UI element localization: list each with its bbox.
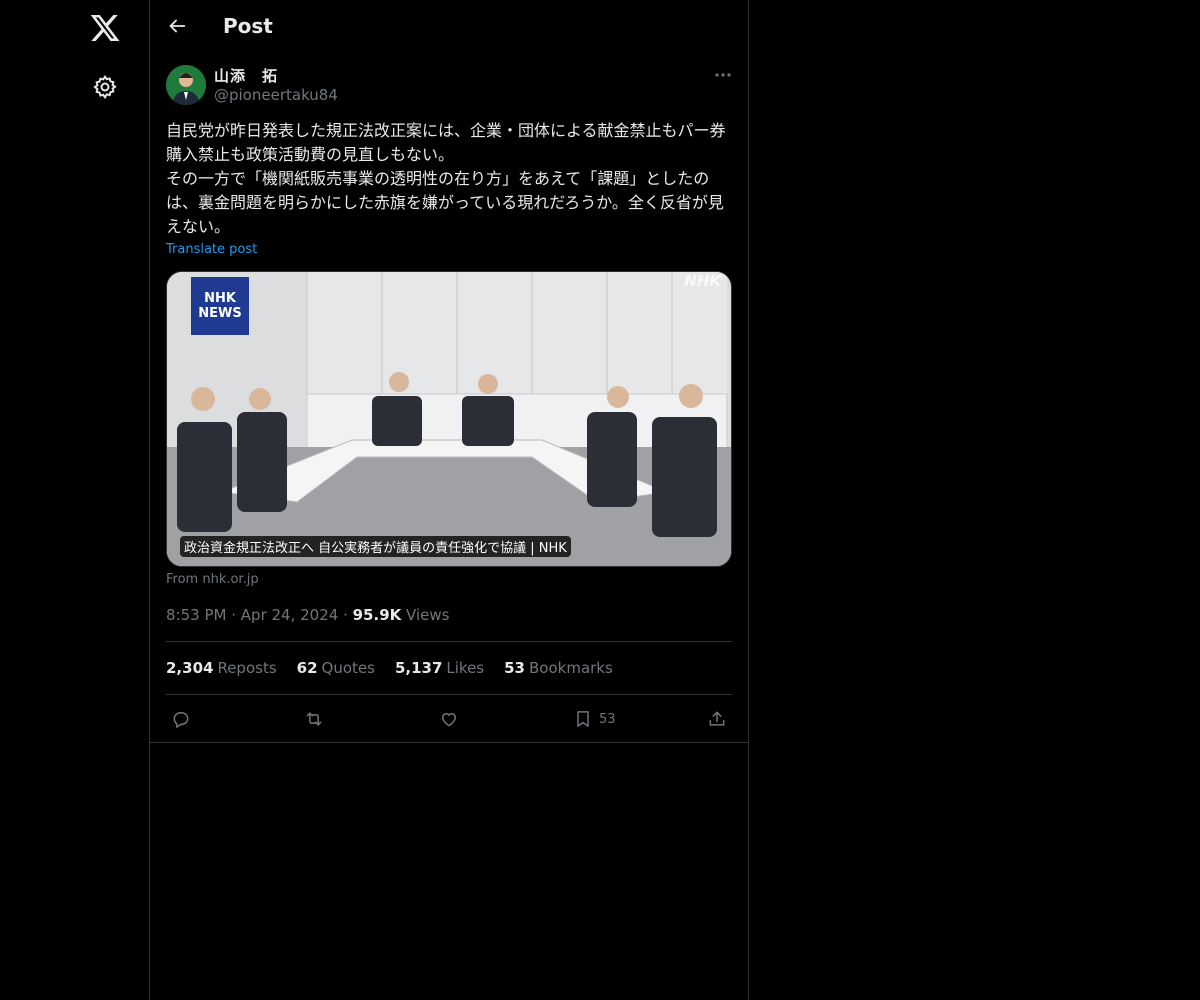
more-options-icon[interactable]	[712, 65, 734, 85]
views-label: Views	[406, 606, 450, 624]
repost-button[interactable]	[304, 706, 324, 732]
reply-button[interactable]	[171, 706, 191, 732]
engagement-stats: 2,304 Reposts 62 Quotes 5,137 Likes 53 Bookm…	[166, 659, 613, 677]
divider	[166, 641, 732, 642]
share-icon	[709, 711, 725, 726]
post-column: Post 山添 拓 @pioneertaku84 自民党が昨日発表した規正法改正…	[149, 0, 749, 1000]
bookmark-button[interactable]: 53	[573, 706, 616, 732]
meeting-room-image	[167, 272, 731, 566]
avatar[interactable]	[166, 65, 206, 105]
post-text: 自民党が昨日発表した規正法改正案には、企業・団体による献金禁止もパー券購入禁止も…	[166, 121, 726, 236]
translate-post-link[interactable]: Translate post	[166, 242, 257, 257]
author-name[interactable]: 山添 拓	[214, 65, 278, 86]
heart-icon	[441, 713, 457, 727]
bookmark-count: 53	[599, 711, 616, 727]
divider	[150, 742, 748, 743]
x-logo-icon[interactable]	[89, 12, 121, 44]
left-sidebar	[0, 0, 150, 1000]
post-time[interactable]: 8:53 PM	[166, 606, 226, 624]
bookmarks-stat[interactable]: 53 Bookmarks	[504, 659, 613, 677]
header: Post	[150, 0, 748, 54]
reply-icon	[173, 712, 189, 729]
link-source[interactable]: From nhk.or.jp	[166, 572, 259, 587]
views-count: 95.9K	[352, 606, 402, 624]
likes-stat[interactable]: 5,137 Likes	[395, 659, 484, 677]
share-button[interactable]	[707, 706, 727, 732]
divider	[166, 694, 732, 695]
repost-icon	[306, 712, 322, 726]
author-handle[interactable]: @pioneertaku84	[214, 86, 338, 104]
action-bar: 53	[166, 706, 732, 732]
quotes-stat[interactable]: 62 Quotes	[297, 659, 375, 677]
nhk-watermark: NHK	[684, 272, 721, 290]
link-card-title[interactable]: 政治資金規正法改正へ 自公実務者が議員の責任強化で協議 | NHK	[180, 536, 571, 557]
post-date[interactable]: Apr 24, 2024	[241, 606, 339, 624]
bookmark-icon	[577, 711, 589, 727]
reposts-stat[interactable]: 2,304 Reposts	[166, 659, 277, 677]
page-title: Post	[223, 14, 273, 38]
gear-icon[interactable]	[92, 74, 118, 100]
arrow-left-icon[interactable]	[166, 15, 188, 37]
link-card-image[interactable]: NHK NEWS NHK 政治資金規正法改正へ 自公実務者が議員の責任強化で協議…	[166, 271, 732, 567]
like-button[interactable]	[439, 706, 459, 732]
post-meta: 8:53 PM · Apr 24, 2024 · 95.9K Views	[166, 606, 450, 624]
nhk-news-badge: NHK NEWS	[191, 277, 249, 335]
